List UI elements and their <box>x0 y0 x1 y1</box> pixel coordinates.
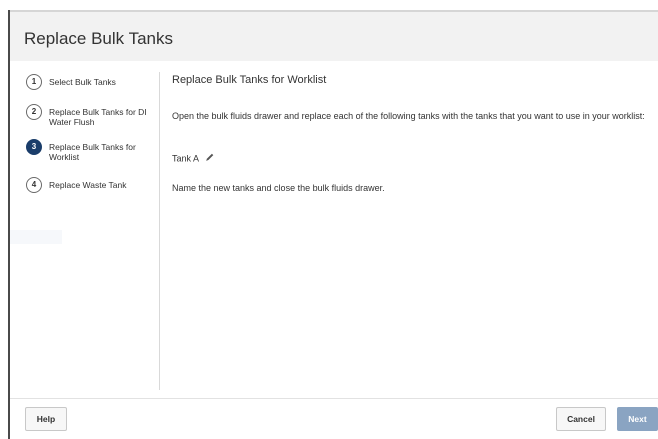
instruction-text: Open the bulk fluids drawer and replace … <box>172 111 645 121</box>
step-label: Replace Bulk Tanks for Worklist <box>49 142 136 162</box>
window-top-strip <box>0 0 658 10</box>
pencil-icon[interactable] <box>205 152 215 166</box>
closing-text: Name the new tanks and close the bulk fl… <box>172 183 385 193</box>
step-number-badge: 4 <box>26 177 42 193</box>
cancel-button[interactable]: Cancel <box>556 407 606 431</box>
step-number-badge: 1 <box>26 74 42 90</box>
next-button[interactable]: Next <box>617 407 658 431</box>
tank-entry: Tank A <box>172 152 215 166</box>
replace-bulk-tanks-dialog: Replace Bulk Tanks 1 Select Bulk Tanks 2… <box>10 10 658 439</box>
help-button[interactable]: Help <box>25 407 67 431</box>
step-label: Select Bulk Tanks <box>49 77 116 87</box>
content-title: Replace Bulk Tanks for Worklist <box>172 74 327 86</box>
step-number-badge-active: 3 <box>26 139 42 155</box>
step-label: Replace Waste Tank <box>49 180 127 190</box>
dialog-title: Replace Bulk Tanks <box>24 29 173 48</box>
faint-overlay-strip <box>10 230 62 244</box>
footer-divider <box>10 398 658 399</box>
dialog-header: Replace Bulk Tanks <box>10 10 658 61</box>
tank-label: Tank A <box>172 153 200 164</box>
step-number-badge: 2 <box>26 104 42 120</box>
steps-divider <box>159 72 160 390</box>
step-label: Replace Bulk Tanks for DI Water Flush <box>49 107 147 127</box>
